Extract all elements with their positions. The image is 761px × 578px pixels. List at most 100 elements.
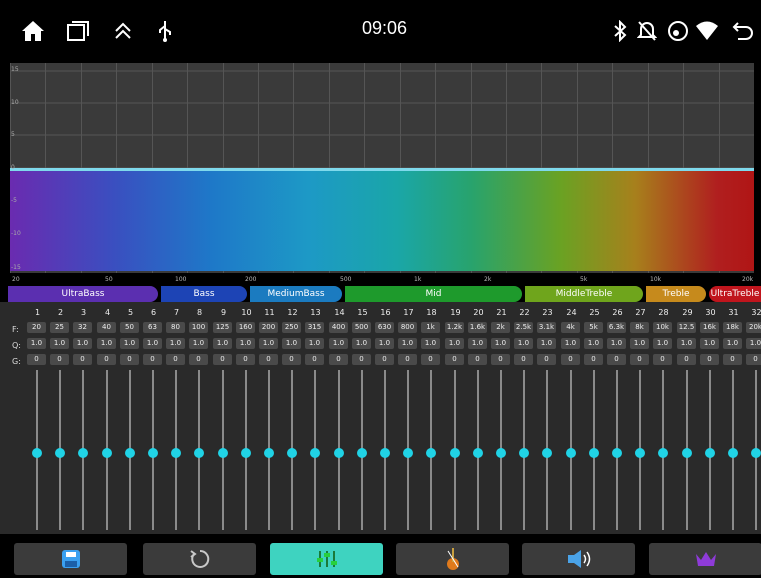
q-cell[interactable]: 1.0 — [700, 338, 719, 349]
gain-cell[interactable]: 0 — [677, 354, 696, 365]
band-bass[interactable]: Bass — [161, 286, 247, 302]
gain-cell[interactable]: 0 — [213, 354, 232, 365]
freq-cell[interactable]: 315 — [305, 322, 324, 333]
slider-knob[interactable] — [519, 448, 529, 458]
slider-knob[interactable] — [751, 448, 761, 458]
freq-cell[interactable]: 16k — [700, 322, 719, 333]
freq-cell[interactable]: 5k — [584, 322, 603, 333]
gain-cell[interactable]: 0 — [282, 354, 301, 365]
gain-cell[interactable]: 0 — [73, 354, 92, 365]
q-cell[interactable]: 1.0 — [189, 338, 208, 349]
slider-knob[interactable] — [496, 448, 506, 458]
slider-knob[interactable] — [542, 448, 552, 458]
freq-cell[interactable]: 8k — [630, 322, 649, 333]
crown-button[interactable] — [649, 543, 761, 575]
q-cell[interactable]: 1.0 — [445, 338, 464, 349]
slider-knob[interactable] — [566, 448, 576, 458]
freq-cell[interactable]: 12.5 — [677, 322, 696, 333]
chevrons-up-icon[interactable] — [110, 18, 136, 44]
slider-knob[interactable] — [148, 448, 158, 458]
freq-cell[interactable]: 800 — [398, 322, 417, 333]
slider-knob[interactable] — [728, 448, 738, 458]
slider-knob[interactable] — [287, 448, 297, 458]
slider-knob[interactable] — [32, 448, 42, 458]
gain-cell[interactable]: 0 — [491, 354, 510, 365]
q-cell[interactable]: 1.0 — [375, 338, 394, 349]
q-cell[interactable]: 1.0 — [329, 338, 348, 349]
slider-knob[interactable] — [194, 448, 204, 458]
q-cell[interactable]: 1.0 — [73, 338, 92, 349]
gain-cell[interactable]: 0 — [514, 354, 533, 365]
freq-cell[interactable]: 1k — [421, 322, 440, 333]
slider-knob[interactable] — [589, 448, 599, 458]
gain-cell[interactable]: 0 — [305, 354, 324, 365]
q-cell[interactable]: 1.0 — [584, 338, 603, 349]
q-cell[interactable]: 1.0 — [630, 338, 649, 349]
gain-cell[interactable]: 0 — [189, 354, 208, 365]
gain-cell[interactable]: 0 — [468, 354, 487, 365]
q-cell[interactable]: 1.0 — [746, 338, 761, 349]
gain-cell[interactable]: 0 — [166, 354, 185, 365]
gain-cell[interactable]: 0 — [746, 354, 761, 365]
gain-cell[interactable]: 0 — [97, 354, 116, 365]
band-mediumbass[interactable]: MediumBass — [250, 286, 342, 302]
slider-knob[interactable] — [473, 448, 483, 458]
slider-knob[interactable] — [705, 448, 715, 458]
q-cell[interactable]: 1.0 — [97, 338, 116, 349]
q-cell[interactable]: 1.0 — [561, 338, 580, 349]
band-ultratreble[interactable]: UltraTreble — [709, 286, 761, 302]
freq-cell[interactable]: 20 — [27, 322, 46, 333]
gain-cell[interactable]: 0 — [27, 354, 46, 365]
freq-cell[interactable]: 500 — [352, 322, 371, 333]
slider-knob[interactable] — [380, 448, 390, 458]
save-button[interactable] — [14, 543, 127, 575]
slider-knob[interactable] — [241, 448, 251, 458]
slider-knob[interactable] — [450, 448, 460, 458]
speaker-button[interactable] — [522, 543, 635, 575]
instrument-button[interactable] — [396, 543, 509, 575]
freq-cell[interactable]: 630 — [375, 322, 394, 333]
freq-cell[interactable]: 160 — [236, 322, 255, 333]
q-cell[interactable]: 1.0 — [27, 338, 46, 349]
q-cell[interactable]: 1.0 — [514, 338, 533, 349]
freq-cell[interactable]: 100 — [189, 322, 208, 333]
q-cell[interactable]: 1.0 — [607, 338, 626, 349]
slider-knob[interactable] — [658, 448, 668, 458]
gain-cell[interactable]: 0 — [584, 354, 603, 365]
gain-cell[interactable]: 0 — [375, 354, 394, 365]
q-cell[interactable]: 1.0 — [537, 338, 556, 349]
slider-knob[interactable] — [78, 448, 88, 458]
freq-cell[interactable]: 25 — [50, 322, 69, 333]
gain-cell[interactable]: 0 — [352, 354, 371, 365]
freq-cell[interactable]: 18k — [723, 322, 742, 333]
freq-cell[interactable]: 32 — [73, 322, 92, 333]
slider-knob[interactable] — [310, 448, 320, 458]
gain-cell[interactable]: 0 — [50, 354, 69, 365]
slider-knob[interactable] — [218, 448, 228, 458]
q-cell[interactable]: 1.0 — [143, 338, 162, 349]
gain-cell[interactable]: 0 — [398, 354, 417, 365]
q-cell[interactable]: 1.0 — [653, 338, 672, 349]
reset-button[interactable] — [143, 543, 256, 575]
freq-cell[interactable]: 3.1k — [537, 322, 556, 333]
slider-knob[interactable] — [403, 448, 413, 458]
gain-cell[interactable]: 0 — [653, 354, 672, 365]
q-cell[interactable]: 1.0 — [259, 338, 278, 349]
slider-knob[interactable] — [55, 448, 65, 458]
gain-cell[interactable]: 0 — [561, 354, 580, 365]
gain-cell[interactable]: 0 — [723, 354, 742, 365]
freq-cell[interactable]: 2k — [491, 322, 510, 333]
freq-cell[interactable]: 1.6k — [468, 322, 487, 333]
freq-cell[interactable]: 400 — [329, 322, 348, 333]
q-cell[interactable]: 1.0 — [120, 338, 139, 349]
q-cell[interactable]: 1.0 — [468, 338, 487, 349]
band-mid[interactable]: Mid — [345, 286, 522, 302]
freq-cell[interactable]: 1.2k — [445, 322, 464, 333]
q-cell[interactable]: 1.0 — [677, 338, 696, 349]
slider-knob[interactable] — [125, 448, 135, 458]
home-icon[interactable] — [20, 18, 46, 44]
gain-cell[interactable]: 0 — [120, 354, 139, 365]
band-treble[interactable]: Treble — [646, 286, 706, 302]
window-icon[interactable] — [65, 18, 91, 44]
freq-cell[interactable]: 4k — [561, 322, 580, 333]
